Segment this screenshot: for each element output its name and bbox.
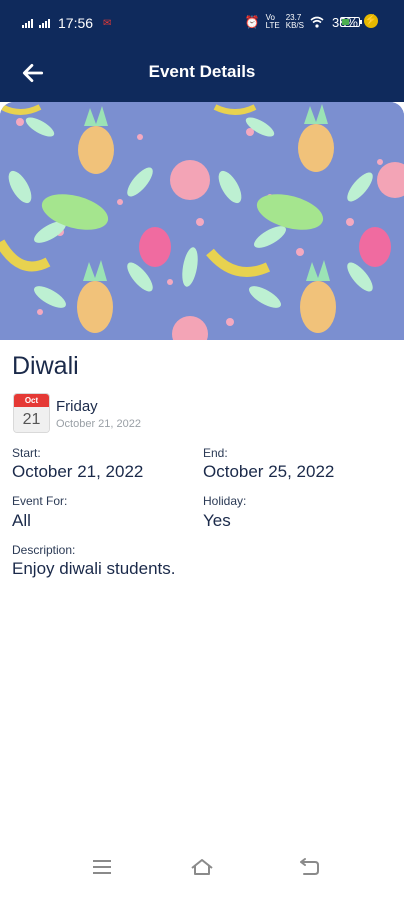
- event-for-label: Event For:: [12, 494, 68, 508]
- system-nav-bar: [0, 840, 404, 900]
- description-label: Description:: [12, 543, 76, 557]
- event-weekday: Friday: [56, 398, 98, 415]
- alarm-icon: ⏰: [244, 15, 260, 29]
- menu-icon[interactable]: [89, 856, 115, 878]
- clock: 17:56: [58, 15, 94, 31]
- end-label: End:: [203, 446, 228, 460]
- home-icon[interactable]: [189, 856, 215, 878]
- volte-indicator: Vo LTE: [266, 14, 280, 30]
- holiday-label: Holiday:: [203, 494, 247, 508]
- data-rate-unit: KB/S: [285, 21, 304, 30]
- signal-icon: [22, 18, 33, 28]
- description-value: Enjoy diwali students.: [12, 559, 176, 578]
- battery-icon: [340, 17, 362, 27]
- wifi-icon: [310, 16, 324, 28]
- calendar-day: 21: [14, 407, 49, 432]
- charging-icon: ⚡: [364, 14, 378, 28]
- status-bar: 17:56 ✉ ⏰ Vo LTE 23.7 KB/S 38% ⚡: [0, 0, 404, 44]
- start-label: Start:: [12, 446, 41, 460]
- end-value: October 25, 2022: [203, 462, 335, 481]
- signal-icon: [39, 18, 50, 28]
- notification-icon: ✉: [103, 17, 112, 29]
- battery-fill: [342, 19, 349, 25]
- app-bar: Event Details: [0, 44, 404, 102]
- event-date: October 21, 2022: [56, 418, 142, 430]
- start-value: October 21, 2022: [12, 462, 144, 481]
- data-rate: 23.7 KB/S: [286, 14, 304, 30]
- event-title: Diwali: [12, 352, 79, 380]
- calendar-month: Oct: [14, 394, 49, 407]
- back-icon[interactable]: [296, 856, 322, 878]
- event-banner-image: [0, 102, 404, 340]
- status-left: 17:56 ✉: [22, 15, 111, 31]
- page-title: Event Details: [148, 62, 256, 81]
- event-for-value: All: [12, 511, 31, 530]
- holiday-value: Yes: [203, 511, 231, 530]
- calendar-icon: Oct 21: [13, 393, 50, 433]
- volte-bottom: LTE: [265, 21, 280, 30]
- fruit-pattern-illustration: [0, 102, 404, 340]
